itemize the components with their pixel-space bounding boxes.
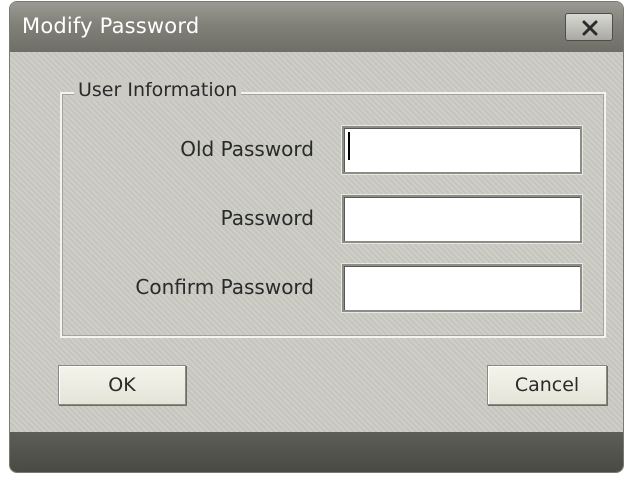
dialog-footer-bar bbox=[10, 432, 623, 472]
user-information-group: User Information Old Password Password C… bbox=[60, 79, 606, 338]
group-legend: User Information bbox=[74, 79, 242, 101]
cancel-button[interactable]: Cancel bbox=[487, 365, 607, 405]
close-icon bbox=[582, 20, 598, 36]
ok-button[interactable]: OK bbox=[58, 365, 186, 405]
dialog-body: User Information Old Password Password C… bbox=[10, 52, 623, 432]
password-label: Password bbox=[220, 206, 314, 230]
text-caret bbox=[348, 132, 350, 160]
close-button[interactable] bbox=[565, 13, 613, 41]
confirm-password-field[interactable] bbox=[342, 264, 582, 312]
modify-password-dialog: Modify Password User Information Old Pas… bbox=[10, 2, 623, 472]
title-bar[interactable]: Modify Password bbox=[10, 2, 623, 52]
password-field[interactable] bbox=[342, 195, 582, 243]
confirm-password-label: Confirm Password bbox=[135, 275, 314, 299]
window-title: Modify Password bbox=[22, 14, 200, 38]
old-password-field[interactable] bbox=[342, 126, 582, 174]
old-password-label: Old Password bbox=[180, 137, 314, 161]
